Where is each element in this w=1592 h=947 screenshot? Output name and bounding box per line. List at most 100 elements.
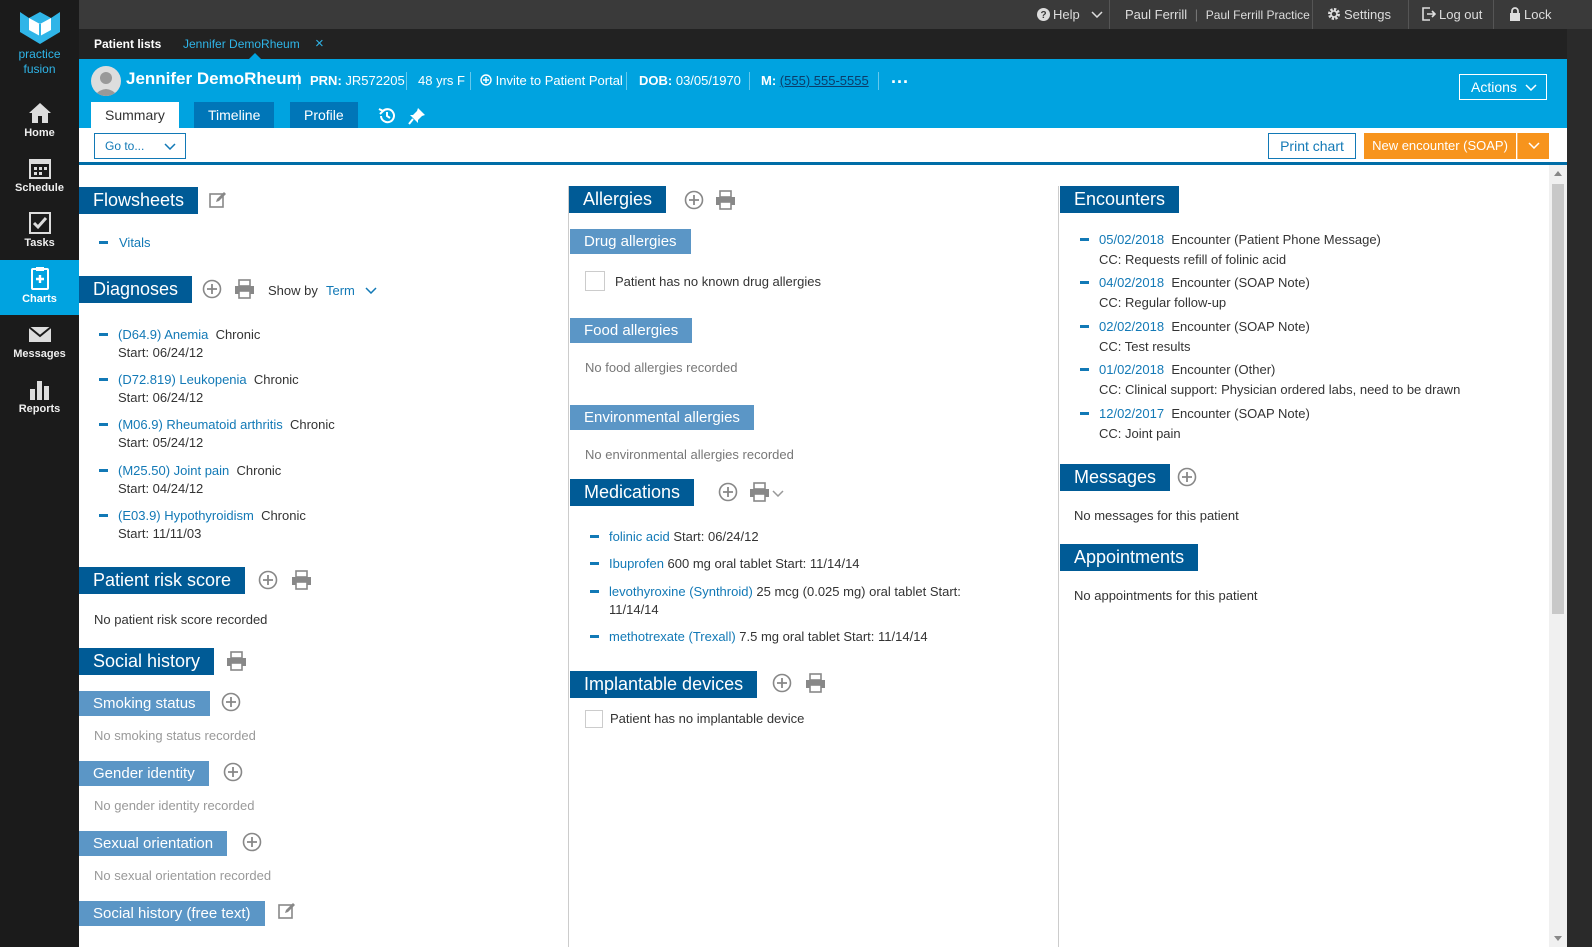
add-circle-icon[interactable] [718,482,738,502]
diagnosis-link[interactable]: (D64.9) Anemia [118,327,208,342]
add-circle-icon[interactable] [1177,467,1197,487]
goto-label: Go to... [105,139,145,153]
encounter-date-link[interactable]: 12/02/2017 [1099,406,1164,421]
chevron-down-icon [1525,84,1537,91]
print-icon[interactable] [749,482,770,502]
no-drug-allergies-checkbox[interactable] [585,271,605,291]
scroll-up-arrow-icon[interactable] [1554,171,1562,176]
chevron-down-icon [164,143,176,150]
add-circle-icon[interactable] [242,832,262,852]
user-name: Paul Ferrill [1125,7,1188,22]
goto-dropdown[interactable]: Go to... [94,133,186,159]
logo[interactable]: practice fusion [0,10,79,76]
new-encounter-dropdown[interactable] [1517,133,1549,159]
mobile-label: M: [761,73,777,88]
history-icon[interactable] [377,106,397,126]
lock-link[interactable]: Lock [1497,0,1563,29]
edit-icon[interactable] [209,191,227,209]
window-edge [1567,29,1592,947]
checkbox-icon [28,212,51,234]
messages-empty: No messages for this patient [1074,508,1239,523]
nav-home[interactable]: Home [0,96,79,151]
tab-timeline[interactable]: Timeline [194,102,275,128]
logo-text-line2: fusion [23,62,56,76]
print-icon[interactable] [715,190,736,210]
diagnosis-start: Start: 06/24/12 [118,345,204,360]
no-implantable-device-checkbox[interactable] [585,710,603,728]
add-circle-icon[interactable] [772,673,792,693]
age-sex: 48 yrs F [418,73,465,88]
settings-link[interactable]: Settings [1315,0,1403,29]
encounter-cc: CC: Test results [1099,339,1191,354]
more-options-icon[interactable]: ... [891,67,909,88]
print-icon[interactable] [226,651,247,671]
nav-messages[interactable]: Messages [0,317,79,372]
portal-invite-label: Invite to Patient Portal [495,73,623,88]
tab-summary[interactable]: Summary [91,102,179,128]
encounter-date-link[interactable]: 02/02/2018 [1099,319,1164,334]
edit-icon[interactable] [278,902,296,920]
medication-link[interactable]: methotrexate (Trexall) [609,629,736,644]
close-tab-icon[interactable]: × [315,29,324,59]
logout-link[interactable]: Log out [1410,0,1494,29]
appointments-empty: No appointments for this patient [1074,588,1258,603]
plus-circle-icon [480,74,492,86]
tab-patient-lists[interactable]: Patient lists [94,29,161,59]
column-middle: Allergies Drug allergies Patient has no … [569,165,1059,947]
actions-dropdown[interactable]: Actions [1459,74,1547,100]
diagnosis-link[interactable]: (M25.50) Joint pain [118,463,229,478]
tab-profile[interactable]: Profile [290,102,358,128]
print-chart-button[interactable]: Print chart [1268,133,1356,159]
topbar-divider [1408,0,1409,29]
medication-detail: 600 mg oral tablet Start: 11/14/14 [663,556,860,571]
portal-invite-link[interactable]: Invite to Patient Portal [480,73,623,88]
mobile-phone-link[interactable]: (555) 555-5555 [780,73,869,88]
tab-open-patient[interactable]: Jennifer DemoRheum [183,29,300,59]
add-circle-icon[interactable] [223,762,243,782]
mobile-field: M: (555) 555-5555 [761,73,869,88]
encounter-date-link[interactable]: 01/02/2018 [1099,362,1164,377]
list-bullet [99,514,108,517]
encounter-date-link[interactable]: 05/02/2018 [1099,232,1164,247]
sexual-orientation-empty: No sexual orientation recorded [94,868,272,883]
medication-detail: 25 mcg (0.025 mg) oral tablet Start: [752,584,961,599]
nav-schedule[interactable]: Schedule [0,151,79,206]
print-icon[interactable] [291,570,312,590]
smoking-status-empty: No smoking status recorded [94,728,256,743]
print-icon[interactable] [234,279,255,299]
column-right: Encounters 05/02/2018 Encounter (Patient… [1059,165,1549,947]
actions-label: Actions [1471,79,1517,95]
scroll-down-arrow-icon[interactable] [1554,936,1562,941]
diagnosis-link[interactable]: (E03.9) Hypothyroidism [118,508,254,523]
medication-link[interactable]: levothyroxine (Synthroid) [609,584,753,599]
user-info[interactable]: Paul Ferrill | Paul Ferrill Practice [1113,0,1322,29]
chevron-down-icon[interactable] [772,490,784,497]
header-divider [406,72,407,90]
nav-reports[interactable]: Reports [0,372,79,427]
practice-name: Paul Ferrill Practice [1205,8,1310,22]
print-icon[interactable] [805,673,826,693]
medication-link[interactable]: Ibuprofen [609,556,664,571]
scrollbar[interactable] [1549,165,1567,947]
help-icon: ? [1037,8,1050,21]
no-implantable-device-label: Patient has no implantable device [610,711,805,726]
encounter-date-link[interactable]: 04/02/2018 [1099,275,1164,290]
list-bullet [99,469,108,472]
gender-identity-empty: No gender identity recorded [94,798,255,813]
help-menu[interactable]: ? Help [1025,0,1118,29]
new-encounter-button[interactable]: New encounter (SOAP) [1364,133,1516,159]
add-circle-icon[interactable] [258,570,278,590]
nav-tasks[interactable]: Tasks [0,206,79,261]
medication-link[interactable]: folinic acid [609,529,670,544]
flowsheet-vitals-link[interactable]: Vitals [119,235,151,250]
diagnosis-link[interactable]: (D72.819) Leukopenia [118,372,247,387]
nav-charts[interactable]: Charts [0,260,79,315]
show-by-dropdown[interactable]: Term [326,283,377,298]
scrollbar-thumb[interactable] [1552,184,1564,614]
add-circle-icon[interactable] [202,279,222,299]
diagnosis-link[interactable]: (M06.9) Rheumatoid arthritis [118,417,283,432]
add-circle-icon[interactable] [221,692,241,712]
list-bullet [1080,325,1089,328]
pin-icon[interactable] [407,106,427,126]
add-circle-icon[interactable] [684,190,704,210]
